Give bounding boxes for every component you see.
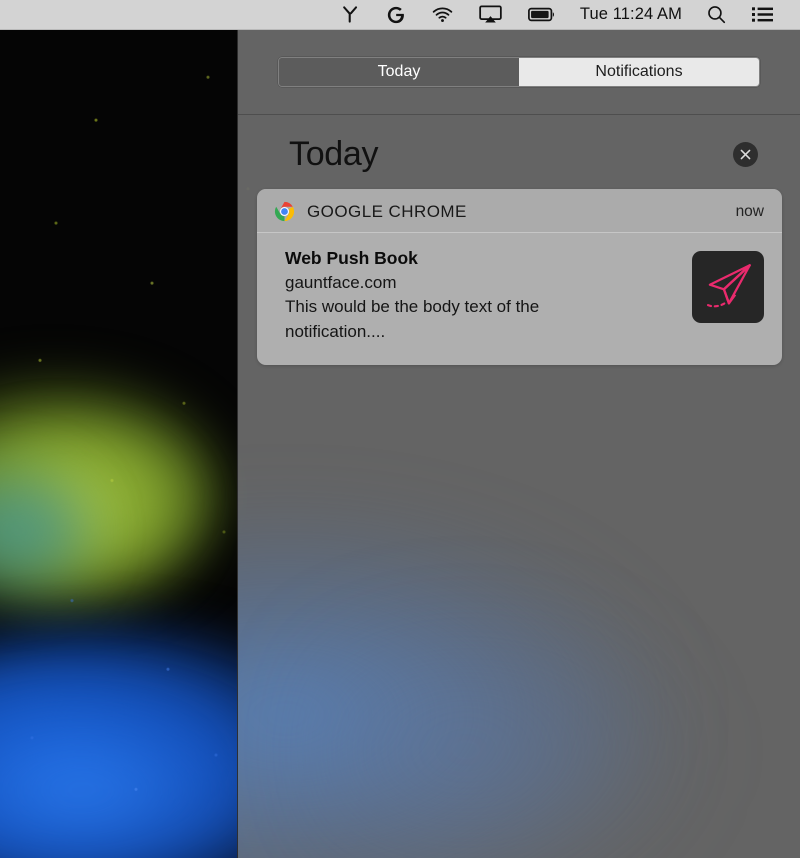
airplay-icon[interactable]	[466, 0, 515, 30]
battery-icon[interactable]	[515, 0, 568, 30]
notification-body-text: This would be the body text of the notif…	[285, 297, 540, 341]
page-title: Today	[289, 135, 379, 173]
notification-center-panel: Today Notifications Today GOOGLE CHROME …	[237, 30, 800, 858]
panel-blur-bleed-2	[298, 590, 718, 858]
notification-app-name: GOOGLE CHROME	[307, 201, 467, 221]
tab-notifications[interactable]: Notifications	[519, 58, 759, 86]
tab-notifications-label: Notifications	[595, 63, 683, 80]
segmented-control: Today Notifications	[278, 57, 760, 87]
tab-today[interactable]: Today	[279, 58, 519, 86]
screen: Tue 11:24 AM Today Notifications Today G…	[0, 0, 800, 858]
fork-branch-icon[interactable]	[328, 0, 373, 30]
tab-today-label: Today	[377, 63, 421, 80]
close-icon[interactable]	[733, 142, 758, 167]
notification-text-block: Web Push Book gauntface.com This would b…	[285, 247, 678, 345]
notification-timestamp: now	[735, 202, 764, 220]
menubar-clock[interactable]: Tue 11:24 AM	[568, 5, 694, 24]
notification-card-body: Web Push Book gauntface.com This would b…	[257, 233, 782, 365]
notification-card[interactable]: GOOGLE CHROME now Web Push Book gauntfac…	[257, 189, 782, 365]
paper-plane-icon	[692, 251, 764, 323]
today-header-row: Today	[238, 115, 800, 174]
wifi-icon[interactable]	[419, 0, 466, 30]
notification-card-header: GOOGLE CHROME now	[257, 189, 782, 233]
google-g-icon[interactable]	[373, 0, 419, 30]
search-icon[interactable]	[694, 0, 739, 30]
notification-title: Web Push Book	[285, 248, 418, 268]
notification-site: gauntface.com	[285, 272, 397, 292]
segmented-tab-bar: Today Notifications	[238, 30, 800, 114]
notification-center-icon[interactable]	[739, 0, 786, 30]
panel-blur-bleed	[238, 500, 678, 858]
chrome-icon	[273, 200, 296, 223]
menubar: Tue 11:24 AM	[0, 0, 800, 30]
